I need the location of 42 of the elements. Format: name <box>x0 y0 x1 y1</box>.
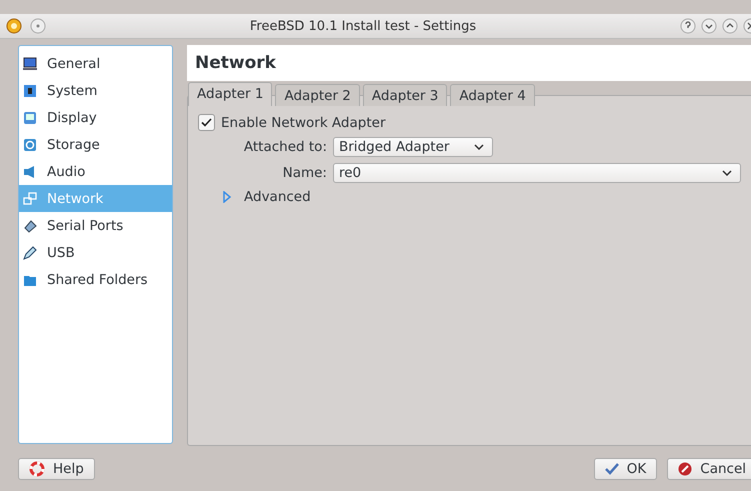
window-title: FreeBSD 10.1 Install test - Settings <box>248 18 478 34</box>
sidebar-item[interactable]: Serial Ports <box>19 212 172 239</box>
disk-icon <box>23 138 37 152</box>
minimize-icon[interactable] <box>701 18 717 34</box>
sidebar-item[interactable]: Audio <box>19 158 172 185</box>
ok-button[interactable]: OK <box>594 458 658 480</box>
attached-dropdown[interactable]: Bridged Adapter <box>333 137 493 157</box>
lifebuoy-icon <box>29 461 45 477</box>
sidebar-item[interactable]: Display <box>19 104 172 131</box>
sidebar-item[interactable]: General <box>19 50 172 77</box>
sidebar-item[interactable]: System <box>19 77 172 104</box>
name-dropdown[interactable]: re0 <box>333 163 741 183</box>
page-title: Network <box>187 45 751 81</box>
pin-icon[interactable] <box>30 18 46 34</box>
chevron-icon <box>474 144 484 150</box>
help-icon[interactable] <box>680 18 696 34</box>
cancel-button[interactable]: Cancel <box>667 458 751 480</box>
adapter-tab[interactable]: Adapter 4 <box>450 84 535 106</box>
attached-label: Attached to: <box>242 139 327 155</box>
adapter-tab[interactable]: Adapter 2 <box>275 84 360 106</box>
enable-checkbox[interactable] <box>198 114 215 131</box>
advanced-label[interactable]: Advanced <box>244 189 311 205</box>
adapter-tab[interactable]: Adapter 3 <box>362 84 448 106</box>
sidebar-item[interactable]: Shared Folders <box>19 266 172 293</box>
enable-label: Enable Network Adapter <box>221 114 386 130</box>
sidebar-item[interactable]: USB <box>19 239 172 266</box>
help-button[interactable]: Help <box>18 458 95 480</box>
name-label: Name: <box>282 165 327 181</box>
adapter-tab[interactable]: Adapter 1 <box>188 82 272 106</box>
checkmark-icon <box>604 463 619 475</box>
speaker-icon <box>23 164 37 178</box>
display-icon <box>23 110 37 124</box>
network-icon <box>23 192 37 206</box>
sidebar-item[interactable]: Storage <box>19 131 172 158</box>
monitor-icon <box>23 56 37 70</box>
maximize-icon[interactable] <box>722 18 738 34</box>
close-icon[interactable] <box>743 18 751 34</box>
chevron-icon <box>722 170 732 176</box>
cancel-icon <box>678 462 692 476</box>
checkmark-icon <box>201 118 212 127</box>
pen-icon <box>23 246 37 260</box>
chip-icon <box>23 84 37 98</box>
